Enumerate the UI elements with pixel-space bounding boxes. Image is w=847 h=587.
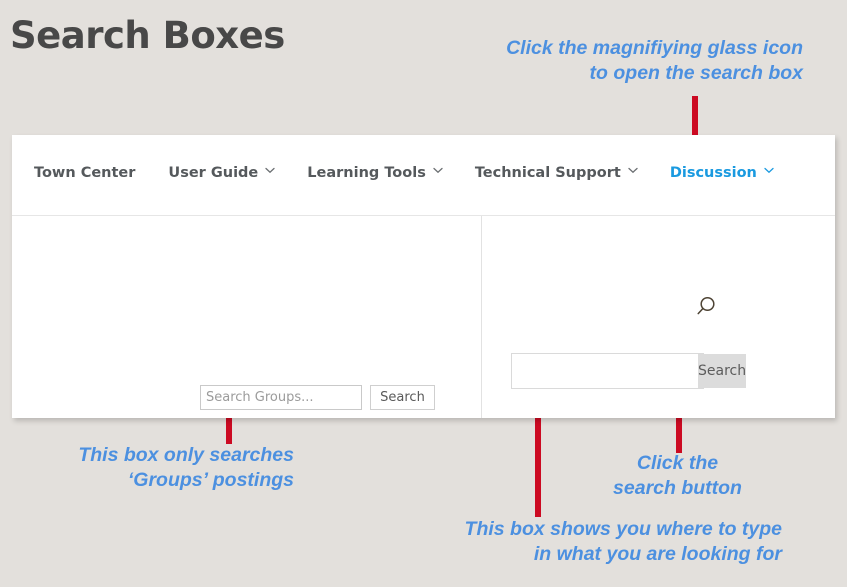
- nav-item-label: Town Center: [34, 165, 136, 181]
- nav-item-label: Learning Tools: [307, 165, 426, 181]
- nav-item-label: User Guide: [168, 165, 259, 181]
- nav-item-town-center[interactable]: Town Center: [34, 165, 135, 181]
- column-divider: [481, 216, 482, 418]
- annotation-button-callout: Click the search button: [613, 452, 742, 499]
- panel-content: Search Order By: Last Active Search: [12, 216, 835, 418]
- chevron-down-icon: [764, 167, 774, 176]
- nav-item-learning-tools[interactable]: Learning Tools: [307, 165, 443, 181]
- main-search-input[interactable]: [512, 354, 698, 388]
- group-search-form: Search: [200, 385, 435, 410]
- nav-item-label: Technical Support: [474, 165, 621, 181]
- chevron-down-icon: [265, 167, 275, 176]
- nav-item-label: Discussion: [669, 165, 757, 181]
- chevron-down-icon: [433, 167, 443, 176]
- chevron-down-icon: [628, 167, 638, 176]
- main-navigation: Town Center User Guide Learning Tools Te…: [12, 135, 835, 216]
- main-search-button[interactable]: Search: [698, 354, 747, 388]
- annotation-groups-callout: This box only searches ‘Groups’ postings: [78, 444, 294, 491]
- annotation-typing-callout: This box shows you where to type in what…: [464, 518, 782, 565]
- nav-item-list: Town Center User Guide Learning Tools Te…: [34, 165, 806, 181]
- group-search-button[interactable]: Search: [370, 385, 435, 410]
- site-panel: Town Center User Guide Learning Tools Te…: [12, 135, 835, 418]
- annotation-magnifier-callout: Click the magnifiying glass icon to open…: [506, 37, 803, 84]
- main-search-form: Search: [511, 353, 747, 389]
- page-title: Search Boxes: [10, 14, 285, 57]
- group-search-input[interactable]: [200, 385, 362, 410]
- nav-item-technical-support[interactable]: Technical Support: [474, 165, 638, 181]
- nav-item-discussion[interactable]: Discussion: [669, 165, 774, 181]
- nav-item-user-guide[interactable]: User Guide: [168, 165, 275, 181]
